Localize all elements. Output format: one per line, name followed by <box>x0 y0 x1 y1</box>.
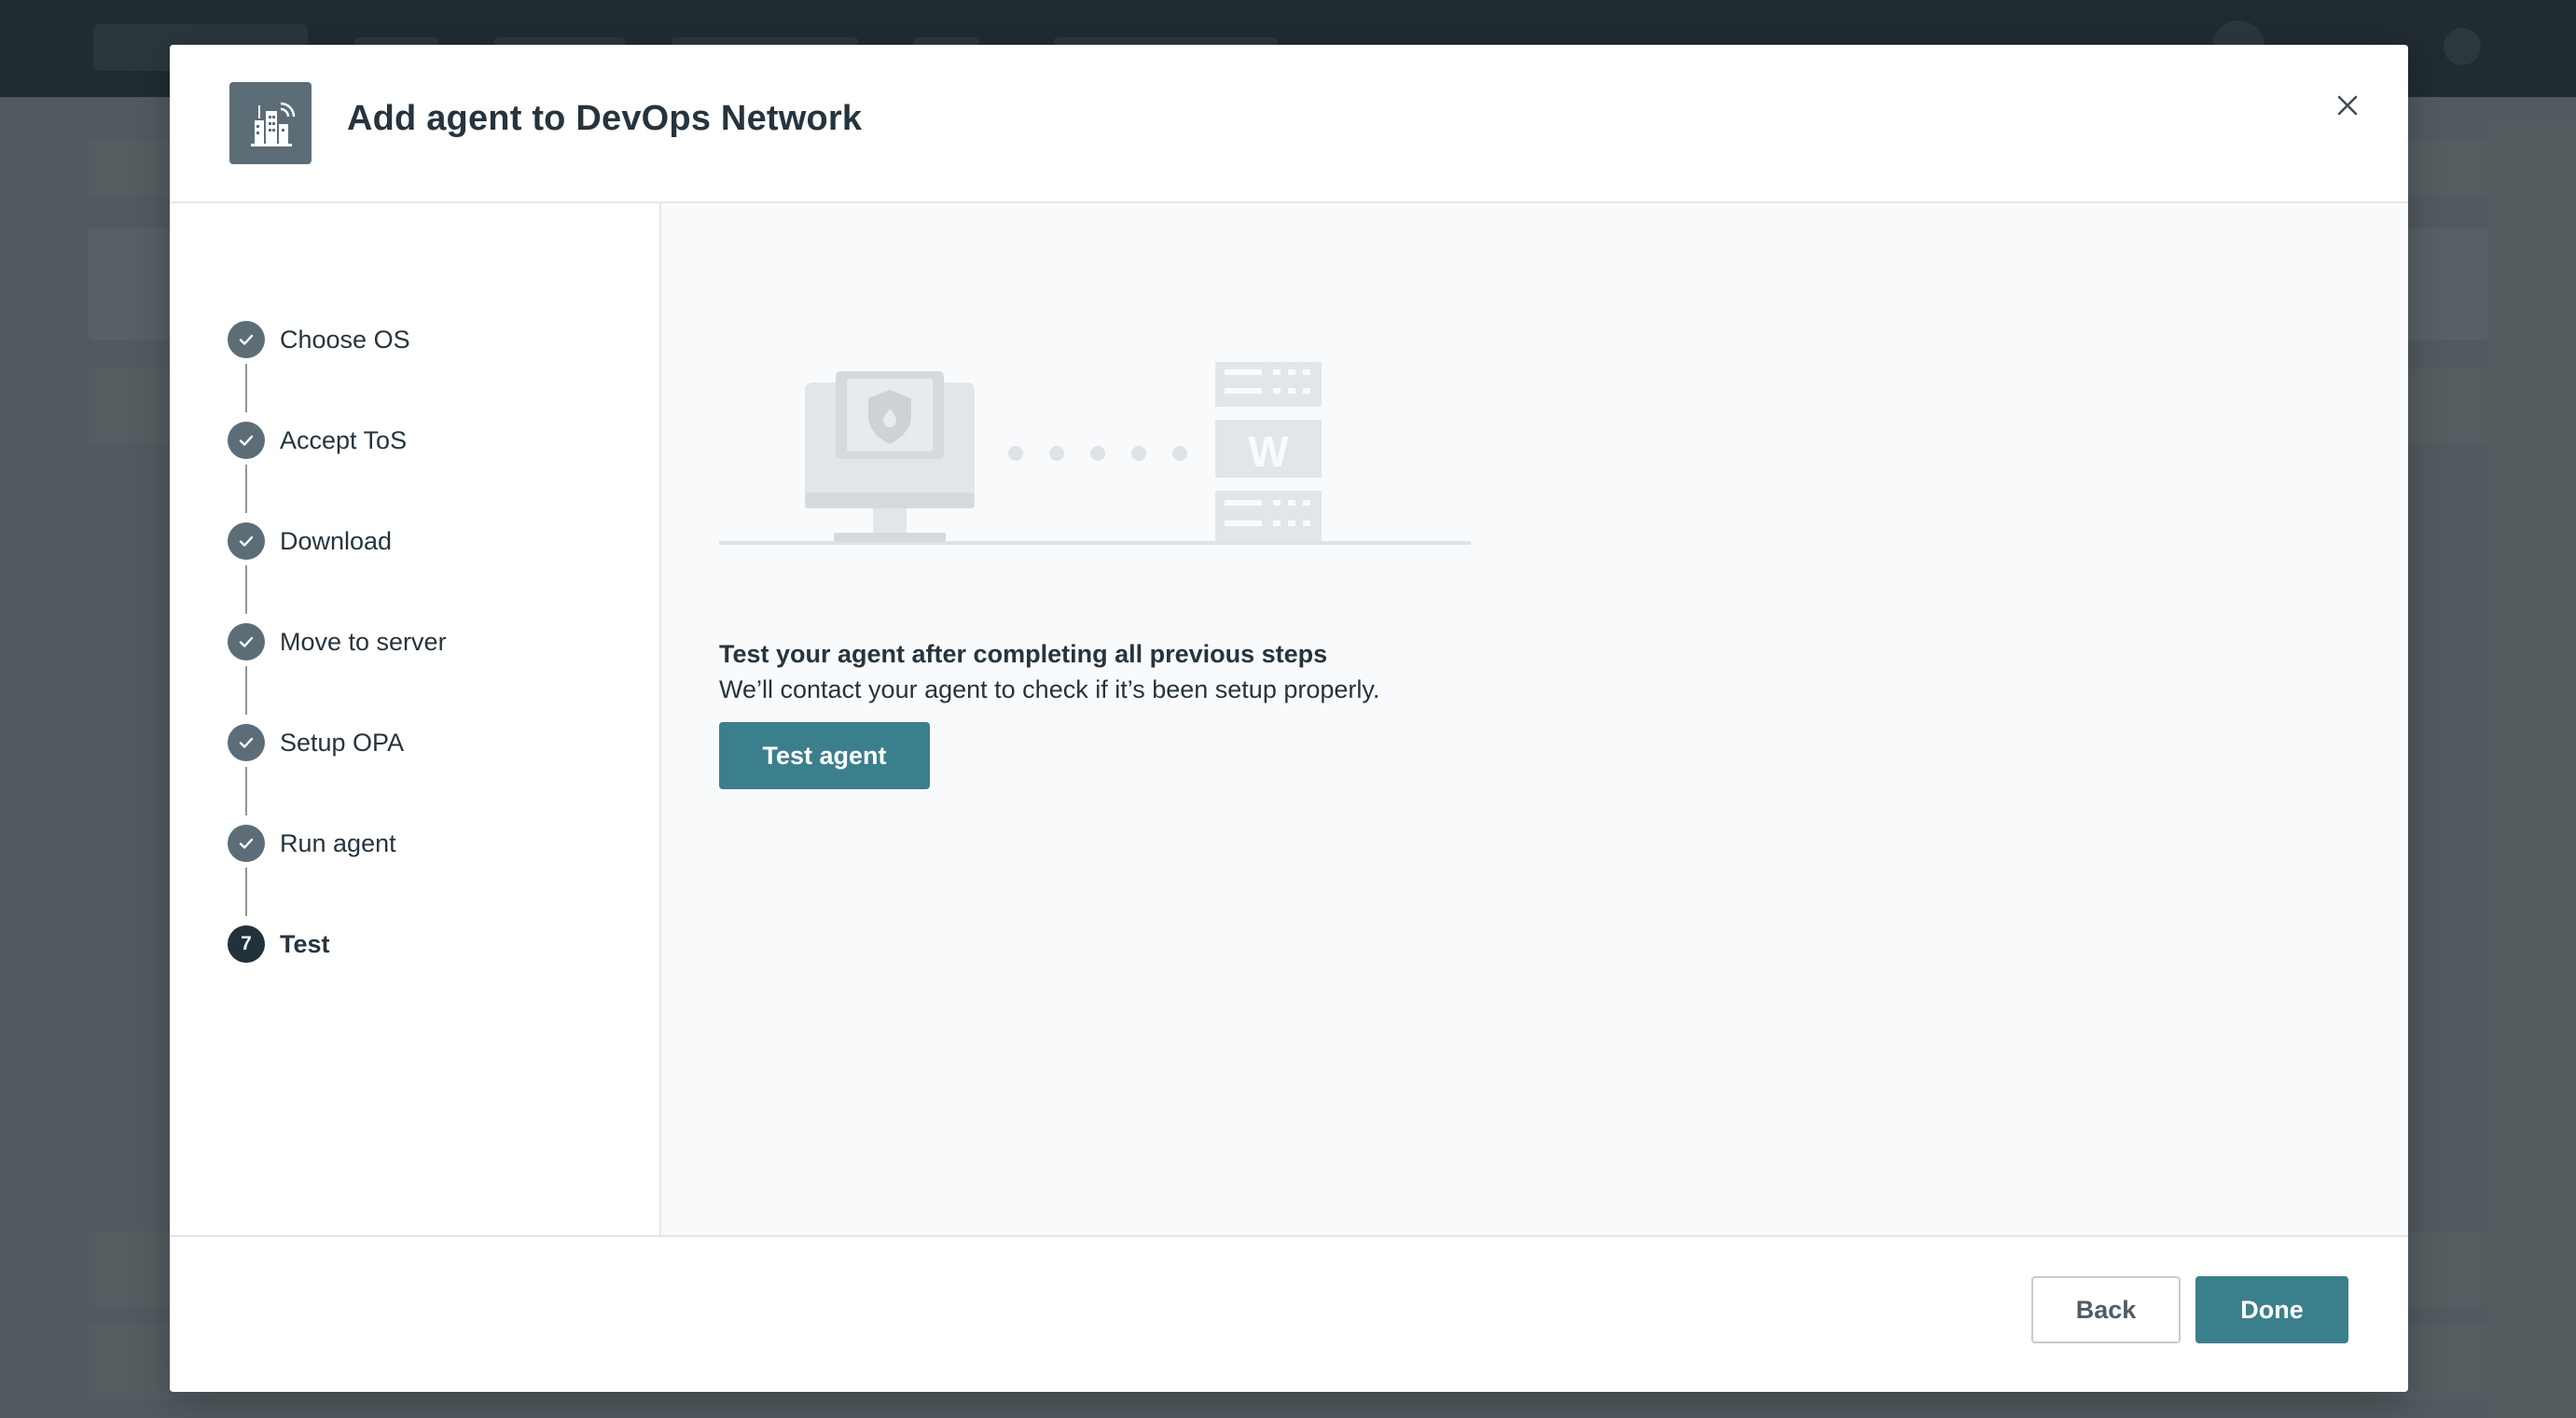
modal-title: Add agent to DevOps Network <box>347 99 863 138</box>
back-button[interactable]: Back <box>2031 1276 2181 1343</box>
step-label: Test <box>280 929 330 958</box>
check-icon <box>228 422 265 459</box>
step-accept-tos[interactable]: Accept ToS <box>228 420 407 461</box>
step-connector <box>245 767 247 815</box>
close-icon <box>2337 95 2358 116</box>
step-number: 7 <box>241 933 252 954</box>
step-test[interactable]: 7 Test <box>228 924 330 965</box>
step-label: Run agent <box>280 828 396 857</box>
step-label: Download <box>280 526 393 555</box>
step-label: Choose OS <box>280 325 410 354</box>
check-icon <box>228 724 265 761</box>
check-icon <box>228 825 265 862</box>
add-agent-modal: Add agent to DevOps Network Choose OS Ac… <box>170 45 2408 1392</box>
content-description: We’ll contact your agent to check if it’… <box>719 675 1380 703</box>
step-content: W Test your agent after completing all p… <box>661 203 2408 1235</box>
step-download[interactable]: Download <box>228 521 392 562</box>
step-label: Move to server <box>280 627 447 656</box>
building-network-icon <box>229 82 312 164</box>
modal-header: Add agent to DevOps Network <box>170 45 2408 203</box>
step-label: Accept ToS <box>280 425 408 454</box>
step-number-badge: 7 <box>228 925 265 963</box>
step-move-to-server[interactable]: Move to server <box>228 621 447 662</box>
step-run-agent[interactable]: Run agent <box>228 823 396 864</box>
server-letter: W <box>1248 427 1289 476</box>
step-connector <box>245 868 247 916</box>
check-icon <box>228 522 265 560</box>
step-connector <box>245 465 247 513</box>
step-setup-opa[interactable]: Setup OPA <box>228 722 404 763</box>
done-button[interactable]: Done <box>2195 1276 2348 1343</box>
computer-to-server-connection-illustration: W <box>719 362 1471 545</box>
step-connector <box>245 364 247 412</box>
close-button[interactable] <box>2324 82 2371 129</box>
modal-footer: Back Done <box>170 1235 2408 1392</box>
modal-body: Choose OS Accept ToS Download Move to se… <box>170 203 2408 1235</box>
test-agent-button[interactable]: Test agent <box>719 722 930 789</box>
step-connector <box>245 666 247 715</box>
content-heading: Test your agent after completing all pre… <box>719 640 1328 668</box>
stepper: Choose OS Accept ToS Download Move to se… <box>170 203 661 1235</box>
step-label: Setup OPA <box>280 728 405 757</box>
check-icon <box>228 623 265 660</box>
step-choose-os[interactable]: Choose OS <box>228 319 410 360</box>
check-icon <box>228 321 265 358</box>
step-connector <box>245 565 247 614</box>
